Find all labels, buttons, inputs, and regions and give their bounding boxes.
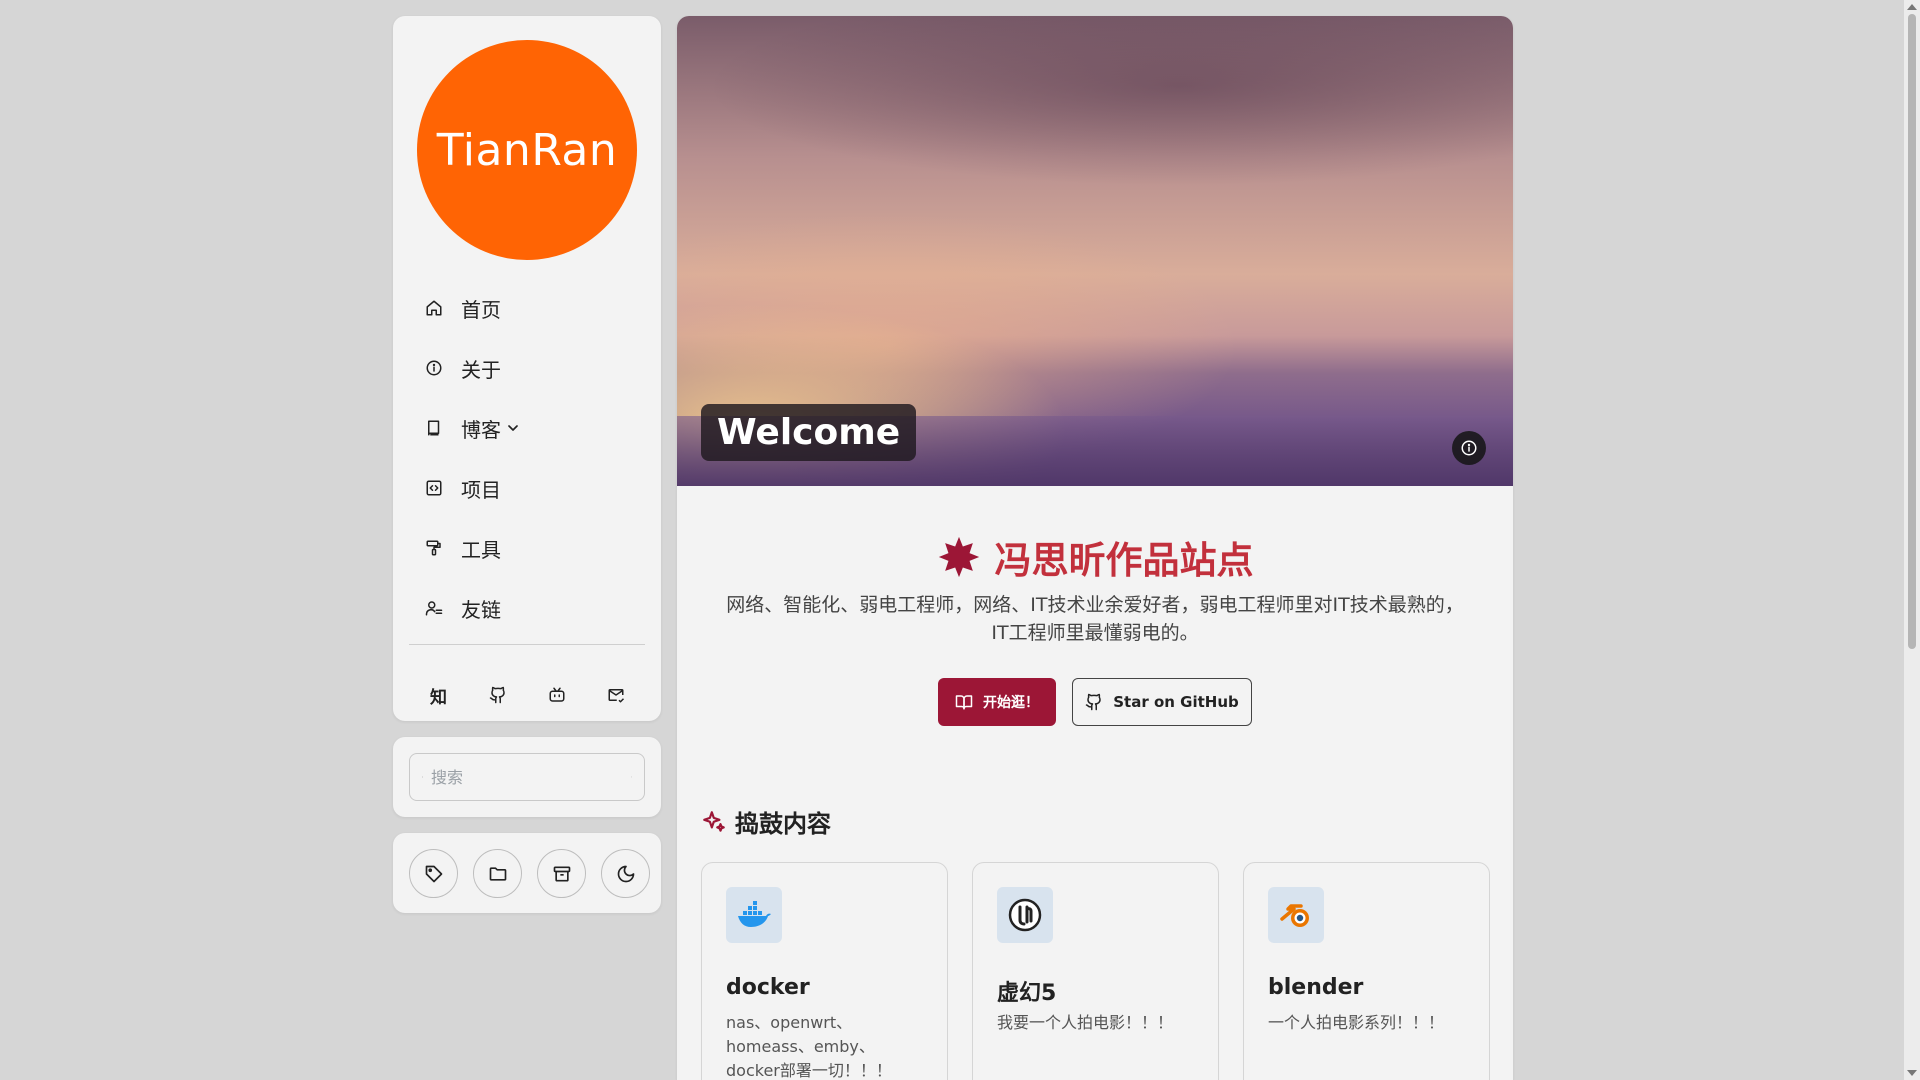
- scroll-up-arrow[interactable]: [1907, 4, 1917, 10]
- folder-icon: [489, 866, 506, 881]
- project-card-unreal[interactable]: 虚幻5 我要一个人拍电影！！！: [972, 862, 1219, 1080]
- book-icon: [428, 420, 440, 436]
- scroll-down-arrow[interactable]: [1907, 1070, 1917, 1076]
- dark-mode-toggle[interactable]: [601, 849, 650, 898]
- sparkles-icon: [703, 810, 725, 832]
- search-card: [393, 737, 661, 817]
- categories-button[interactable]: [473, 849, 522, 898]
- hero-banner: Welcome: [677, 16, 1513, 486]
- start-button-label: 开始逛！: [983, 695, 1039, 711]
- project-card-docker[interactable]: docker nas、openwrt、homeass、emby、docker部署…: [701, 862, 948, 1080]
- github-button-label: Star on GitHub: [1113, 693, 1239, 711]
- sidebar-divider: [409, 644, 645, 645]
- archive-button[interactable]: [537, 849, 586, 898]
- hero-title: Welcome: [701, 404, 917, 461]
- code-icon: [426, 480, 442, 496]
- section-title-text: 捣鼓内容: [735, 810, 831, 838]
- sidebar-item-label: 工具: [461, 537, 501, 562]
- sidebar-card: TianRan 首页 关于 博客 项目 工具 友链 知: [393, 16, 661, 721]
- sidebar-item-projects[interactable]: 项目: [409, 458, 645, 518]
- social-links: 知: [409, 666, 645, 724]
- sidebar-item-label: 项目: [461, 477, 501, 502]
- zhihu-icon: 知: [430, 687, 447, 708]
- sidebar-item-friends[interactable]: 友链: [409, 578, 645, 638]
- info-icon: [1461, 440, 1477, 456]
- bilibili-icon: [549, 687, 564, 702]
- start-button[interactable]: 开始逛！: [938, 678, 1056, 726]
- tool-buttons: [409, 849, 650, 898]
- project-description: 一个人拍电影系列！！！: [1268, 1013, 1445, 1032]
- chevron-down-icon: [508, 425, 518, 431]
- projects-section-title: 捣鼓内容: [701, 804, 831, 839]
- scrollbar[interactable]: [1904, 0, 1920, 1080]
- github-star-button[interactable]: Star on GitHub: [1072, 678, 1252, 726]
- github-link[interactable]: [468, 666, 527, 724]
- logo-text: TianRan: [436, 124, 618, 176]
- sidebar-item-label: 首页: [461, 297, 501, 322]
- sidebar-item-home[interactable]: 首页: [409, 278, 645, 338]
- hero-info-button[interactable]: [1452, 431, 1486, 465]
- open-book-icon: [955, 695, 973, 710]
- project-description: 我要一个人拍电影！！！: [997, 1013, 1174, 1032]
- sidebar-nav: 首页 关于 博客 项目 工具 友链: [409, 278, 645, 638]
- email-link[interactable]: [586, 666, 645, 724]
- github-icon: [489, 686, 505, 704]
- paint-roller-icon: [426, 540, 441, 556]
- unreal-icon: [997, 887, 1053, 943]
- bilibili-link[interactable]: [527, 666, 586, 724]
- sidebar-item-blog[interactable]: 博客: [409, 398, 645, 458]
- main-content: Welcome 冯思昕作品站点 网络、智能化、弱电工程师，网络、IT技术业余爱好…: [677, 16, 1513, 1080]
- users-icon: [425, 601, 443, 616]
- tags-button[interactable]: [409, 849, 458, 898]
- project-name: 虚幻5: [997, 981, 1057, 1006]
- zhihu-link[interactable]: 知: [409, 666, 468, 724]
- sidebar-item-label: 博客: [461, 417, 501, 442]
- docker-icon: [726, 887, 782, 943]
- blender-icon: [1268, 887, 1324, 943]
- search-box: [409, 753, 645, 801]
- sidebar-item-about[interactable]: 关于: [409, 338, 645, 398]
- project-card-blender[interactable]: blender 一个人拍电影系列！！！: [1243, 862, 1490, 1080]
- site-title: 冯思昕作品站点: [677, 530, 1513, 584]
- tools-card: [393, 833, 661, 913]
- github-icon: [1085, 693, 1101, 711]
- info-icon: [426, 360, 442, 376]
- sidebar-item-label: 友链: [461, 597, 501, 622]
- site-description: 网络、智能化、弱电工程师，网络、IT技术业余爱好者，弱电工程师里对IT技术最熟的…: [726, 594, 1464, 644]
- search-icon: [422, 776, 423, 778]
- search-input[interactable]: [431, 767, 631, 787]
- sidebar-item-label: 关于: [461, 357, 501, 382]
- home-icon: [426, 300, 442, 316]
- avatar[interactable]: TianRan: [417, 40, 637, 260]
- project-description: nas、openwrt、homeass、emby、docker部署一切！！！: [726, 1013, 892, 1080]
- arrow-right-icon[interactable]: [631, 768, 632, 786]
- mail-icon: [608, 689, 624, 703]
- moon-icon: [617, 865, 634, 882]
- scroll-thumb[interactable]: [1908, 14, 1916, 649]
- site-title-text: 冯思昕作品站点: [994, 539, 1254, 582]
- archive-icon: [553, 866, 570, 881]
- project-name: docker: [726, 975, 810, 1000]
- badge-star-icon: [938, 536, 979, 578]
- project-name: blender: [1268, 975, 1364, 1000]
- tag-icon: [425, 865, 442, 882]
- sidebar-item-tools[interactable]: 工具: [409, 518, 645, 578]
